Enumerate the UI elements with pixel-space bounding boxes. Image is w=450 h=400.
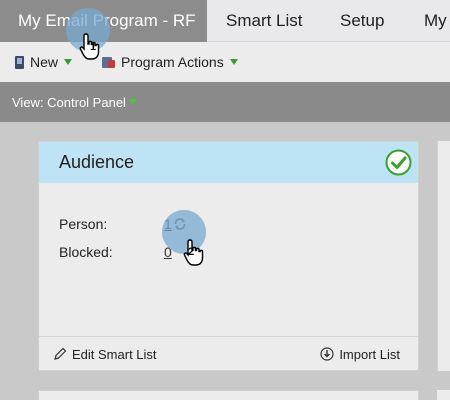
new-icon	[15, 55, 24, 69]
new-button[interactable]: New	[15, 42, 73, 82]
program-actions-button[interactable]: Program Actions	[102, 42, 238, 82]
edit-smart-list-button[interactable]: Edit Smart List	[53, 337, 157, 371]
view-label: View: Control Panel	[12, 94, 126, 110]
dropdown-arrow-icon	[128, 99, 137, 105]
step-number-1: 1	[90, 41, 97, 53]
blocked-label: Blocked:	[59, 244, 113, 260]
edit-smart-list-label: Edit Smart List	[72, 346, 157, 362]
import-list-button[interactable]: Import List	[320, 337, 400, 371]
dropdown-arrow-icon	[64, 59, 73, 65]
audience-card-header: Audience	[39, 142, 418, 183]
audience-card-footer: Edit Smart List Import List	[39, 336, 418, 370]
pencil-icon	[54, 347, 67, 360]
tab-smart-list[interactable]: Smart List	[226, 0, 303, 42]
import-icon	[320, 347, 334, 361]
person-label: Person:	[59, 216, 108, 232]
next-card	[38, 390, 419, 400]
audience-title: Audience	[59, 152, 135, 172]
audience-card: Audience Person: 1 Blocked: 0 Edit Smart…	[38, 141, 419, 371]
adjacent-card-edge	[437, 141, 450, 371]
toolbar: New Program Actions	[0, 42, 450, 82]
import-list-label: Import List	[339, 346, 400, 362]
dropdown-arrow-icon	[229, 59, 238, 65]
program-actions-label: Program Actions	[121, 54, 224, 70]
new-label: New	[30, 54, 59, 70]
control-panel: Audience Person: 1 Blocked: 0 Edit Smart…	[0, 122, 450, 400]
step-number-2: 2	[188, 246, 195, 258]
tab-my[interactable]: My	[424, 0, 447, 42]
hand-pointer-icon	[183, 239, 204, 266]
check-circle-icon	[385, 149, 412, 176]
next-adjacent-card-edge	[437, 390, 450, 400]
tab-setup[interactable]: Setup	[340, 0, 384, 42]
program-actions-icon	[102, 56, 117, 69]
view-selector[interactable]: View: Control Panel	[0, 82, 450, 122]
